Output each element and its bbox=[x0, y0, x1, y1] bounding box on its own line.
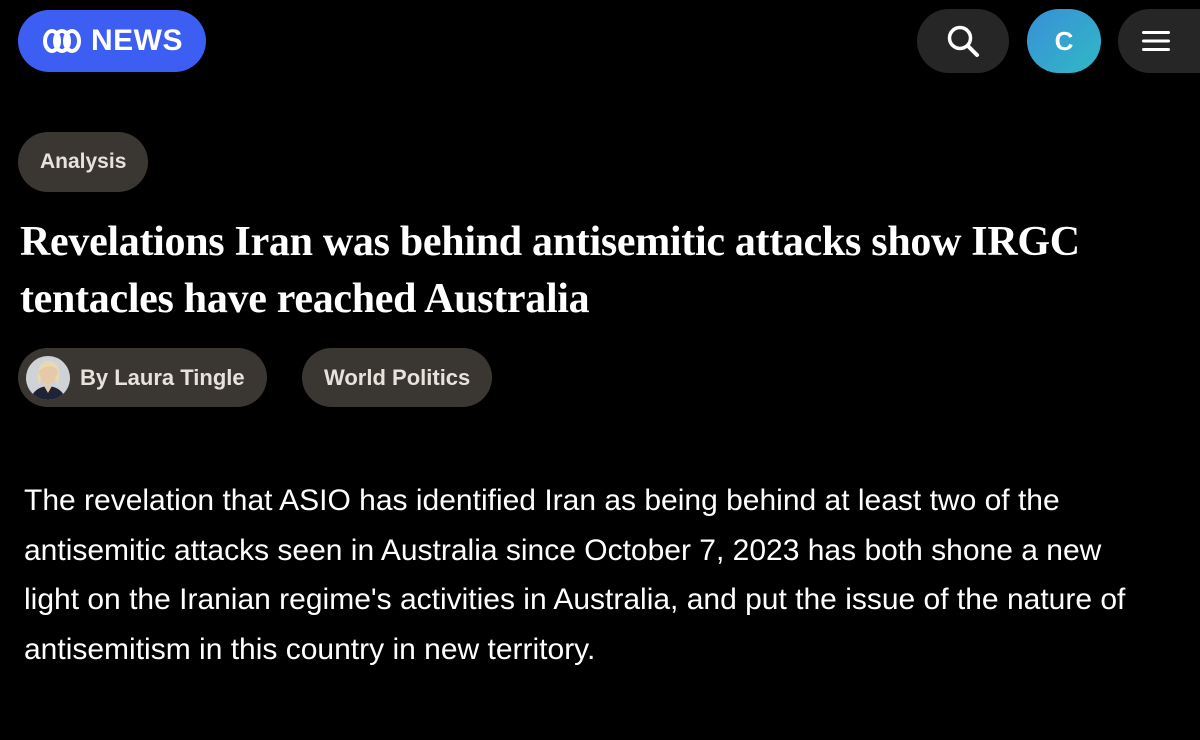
author-name: By Laura Tingle bbox=[80, 364, 245, 390]
search-icon bbox=[947, 25, 979, 57]
author-byline-button[interactable]: By Laura Tingle bbox=[18, 348, 267, 407]
abc-logo-icon bbox=[43, 29, 81, 53]
abc-news-logo-link[interactable]: NEWS bbox=[18, 10, 206, 72]
menu-button[interactable] bbox=[1118, 9, 1200, 73]
account-initial: C bbox=[1054, 25, 1074, 56]
author-avatar bbox=[26, 355, 70, 400]
analysis-tag[interactable]: Analysis bbox=[18, 132, 149, 192]
search-button[interactable] bbox=[917, 9, 1009, 73]
analysis-tag-label: Analysis bbox=[40, 150, 127, 173]
hamburger-menu-icon bbox=[1142, 31, 1170, 51]
account-button[interactable]: C bbox=[1027, 9, 1101, 73]
logo-text: NEWS bbox=[91, 24, 183, 57]
article-lead-paragraph: The revelation that ASIO has identified … bbox=[24, 484, 1126, 666]
topic-world-politics-button[interactable]: World Politics bbox=[302, 348, 493, 407]
article-headline: Revelations Iran was behind antisemitic … bbox=[20, 219, 1080, 322]
topic-label: World Politics bbox=[324, 364, 471, 390]
